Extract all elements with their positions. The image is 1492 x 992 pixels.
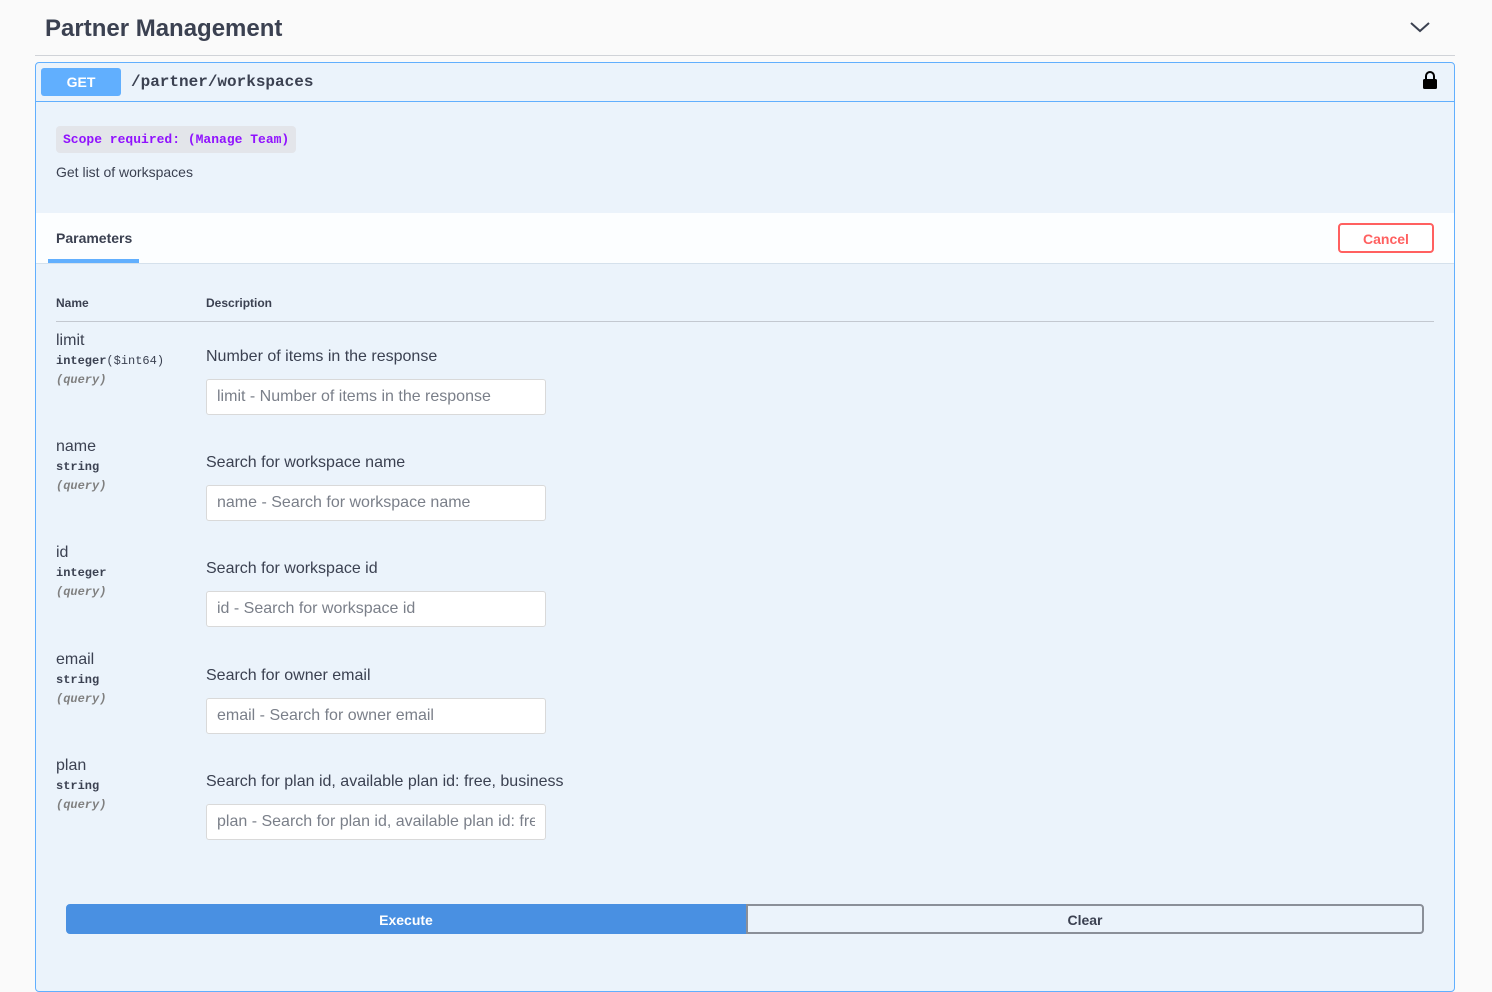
param-type: integer: [56, 566, 107, 580]
description-column-header: Description: [206, 296, 273, 310]
param-row-name: name string (query) Search for workspace…: [56, 438, 1434, 544]
param-description: Search for workspace name: [206, 454, 406, 471]
method-badge: GET: [41, 68, 121, 96]
name-column-header: Name: [56, 296, 89, 310]
id-input[interactable]: [206, 591, 546, 627]
execute-button[interactable]: Execute: [66, 904, 746, 934]
param-type: integer($int64): [56, 354, 165, 368]
tag-header[interactable]: Partner Management: [35, 0, 1455, 56]
parameters-header: Parameters Cancel: [36, 213, 1454, 264]
param-description: Search for workspace id: [206, 560, 378, 577]
chevron-down-icon[interactable]: [1409, 18, 1431, 36]
param-location: (query): [56, 798, 107, 812]
param-location: (query): [56, 479, 107, 493]
param-description: Search for owner email: [206, 667, 371, 684]
operation-summary[interactable]: GET /partner/workspaces: [36, 63, 1454, 102]
param-name: id: [56, 544, 69, 561]
param-name: email: [56, 651, 95, 668]
tab-parameters[interactable]: Parameters: [56, 230, 132, 246]
operation-block: GET /partner/workspaces Scope required: …: [35, 62, 1455, 992]
param-type: string: [56, 779, 100, 793]
scope-badge: Scope required: (Manage Team): [56, 126, 297, 153]
param-description: Search for plan id, available plan id: f…: [206, 773, 564, 790]
param-location: (query): [56, 373, 107, 387]
param-description: Number of items in the response: [206, 348, 438, 365]
param-type: string: [56, 460, 100, 474]
clear-button[interactable]: Clear: [746, 904, 1424, 934]
operation-path: /partner/workspaces: [131, 73, 314, 91]
tab-active-indicator: [48, 259, 139, 263]
operation-description: Get list of workspaces: [56, 164, 193, 180]
cancel-button[interactable]: Cancel: [1338, 223, 1434, 253]
param-name: limit: [56, 332, 85, 349]
param-type: string: [56, 673, 100, 687]
param-row-email: email string (query) Search for owner em…: [56, 651, 1434, 757]
param-name: name: [56, 438, 97, 455]
param-location: (query): [56, 585, 107, 599]
param-row-limit: limit integer($int64) (query) Number of …: [56, 332, 1434, 438]
param-name: plan: [56, 757, 87, 774]
tag-title: Partner Management: [45, 15, 283, 42]
limit-input[interactable]: [206, 379, 546, 415]
header-divider: [56, 321, 1434, 322]
plan-input[interactable]: [206, 804, 546, 840]
name-input[interactable]: [206, 485, 546, 521]
param-row-plan: plan string (query) Search for plan id, …: [56, 757, 1434, 863]
execute-wrapper: Execute Clear: [66, 904, 1424, 934]
param-row-id: id integer (query) Search for workspace …: [56, 544, 1434, 650]
email-input[interactable]: [206, 698, 546, 734]
lock-icon[interactable]: [1422, 70, 1438, 90]
param-location: (query): [56, 692, 107, 706]
